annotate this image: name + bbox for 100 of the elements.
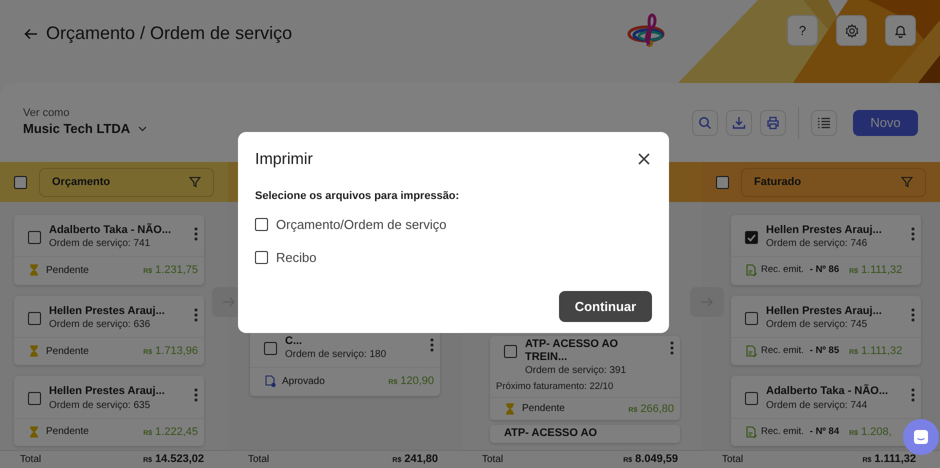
company-dropdown[interactable]: Music Tech LTDA <box>23 120 148 138</box>
more-options-icon[interactable] <box>911 388 915 402</box>
total-label: Total <box>20 453 42 467</box>
chat-icon <box>913 429 929 445</box>
notifications-button[interactable] <box>885 15 916 46</box>
card-amount: 1.111,32 <box>861 264 902 276</box>
status-label: Rec. emit. <box>761 263 804 278</box>
option-label: Recibo <box>276 249 316 268</box>
order-number: Ordem de serviço: 636 <box>49 318 152 331</box>
card-amount: 120,90 <box>400 375 434 388</box>
hourglass-icon <box>28 426 40 438</box>
status-label: Pendente <box>46 344 89 359</box>
card-checkbox[interactable] <box>745 392 758 406</box>
list-view-button[interactable] <box>811 110 837 136</box>
document-check-icon <box>745 345 757 358</box>
order-number: Ordem de serviço: 635 <box>49 398 152 412</box>
document-icon <box>264 375 276 388</box>
status-label: Rec. emit. <box>761 424 804 439</box>
order-number: Ordem de serviço: 746 <box>766 237 868 250</box>
column-filter[interactable]: Faturado <box>741 168 926 196</box>
status-label: Pendente <box>522 402 565 416</box>
search-button[interactable] <box>692 110 718 136</box>
chevron-down-icon <box>138 126 148 132</box>
dialog-prompt: Selecione os arquivos para impressão: <box>255 189 460 204</box>
more-options-icon[interactable] <box>911 308 915 322</box>
card-checkbox[interactable] <box>504 345 517 358</box>
card-checkbox[interactable] <box>28 312 41 325</box>
print-button[interactable] <box>760 110 786 136</box>
more-options-icon[interactable] <box>194 388 198 402</box>
download-button[interactable] <box>726 110 752 136</box>
card-title: Hellen Prestes Arauj... <box>49 385 166 399</box>
order-number: Ordem de serviço: 180 <box>285 348 388 362</box>
card-title: C... <box>285 335 304 348</box>
receipt-number: - Nº 84 <box>810 424 840 439</box>
billing-date: Próximo faturamento: 22/10 <box>495 380 614 394</box>
status-label: Pendente <box>46 425 89 440</box>
total-label: Total <box>722 453 744 467</box>
card-title: Adalberto Taka - NÃO... <box>49 224 172 238</box>
close-button[interactable] <box>638 152 652 167</box>
card-checkbox[interactable] <box>745 231 758 244</box>
card-title: ATP- ACESSO AO <box>504 427 598 440</box>
card-title: Hellen Prestes Arauj... <box>49 304 166 318</box>
more-options-icon[interactable] <box>194 227 198 241</box>
total-amount: 1.111,32 <box>874 453 916 466</box>
column-filter[interactable]: Orçamento <box>39 168 214 196</box>
card-checkbox[interactable] <box>28 231 41 244</box>
download-icon <box>732 116 746 130</box>
filter-icon <box>189 176 201 188</box>
more-options-icon[interactable] <box>911 227 915 241</box>
card-amount: 1.713,96 <box>155 344 198 357</box>
status-label: Rec. emit. <box>761 344 804 358</box>
list-icon <box>817 116 831 128</box>
option-checkbox[interactable] <box>255 251 268 264</box>
status-label: Pendente <box>46 264 89 278</box>
card-amount: 1.208, <box>861 426 892 438</box>
settings-button[interactable] <box>836 15 867 46</box>
status-label: Aprovado <box>282 374 325 389</box>
printer-icon <box>766 116 780 130</box>
bell-icon <box>894 24 907 38</box>
option-label: Orçamento/Ordem de serviço <box>276 216 447 234</box>
more-options-icon[interactable] <box>670 341 674 355</box>
card-amount: 266,80 <box>640 402 674 415</box>
filter-icon <box>901 176 913 188</box>
card-amount: 1.222,45 <box>155 426 198 438</box>
order-card[interactable]: ATP- ACESSO AO <box>490 425 680 444</box>
card-checkbox[interactable] <box>264 342 277 355</box>
close-icon <box>638 152 650 165</box>
total-amount: 8.049,59 <box>635 453 678 466</box>
new-button[interactable]: Novo <box>853 110 918 136</box>
total-label: Total <box>482 453 504 467</box>
receipt-number: - Nº 85 <box>810 344 840 358</box>
card-checkbox[interactable] <box>28 392 41 406</box>
card-title: ATP- ACESSO AO TREIN... <box>525 338 620 364</box>
card-title: Adalberto Taka - NÃO... <box>766 385 890 399</box>
hourglass-icon <box>504 402 516 415</box>
search-icon <box>698 116 712 130</box>
continue-button[interactable]: Continuar <box>559 291 652 322</box>
more-options-icon[interactable] <box>430 338 434 352</box>
gear-icon <box>844 24 858 38</box>
document-check-icon <box>745 264 757 276</box>
help-button[interactable]: ? <box>787 15 818 46</box>
more-options-icon[interactable] <box>194 308 198 322</box>
total-amount: 14.523,02 <box>155 453 204 466</box>
select-all-checkbox[interactable] <box>716 176 729 188</box>
total-label: Total <box>248 453 270 467</box>
hourglass-icon <box>28 345 40 358</box>
order-number: Ordem de serviço: 744 <box>766 398 868 412</box>
order-number: Ordem de serviço: 745 <box>766 318 868 331</box>
total-amount: 241,80 <box>404 453 438 466</box>
card-checkbox[interactable] <box>745 312 758 325</box>
select-all-checkbox[interactable] <box>14 176 27 188</box>
option-checkbox[interactable] <box>255 218 268 231</box>
order-number: Ordem de serviço: 741 <box>49 237 152 250</box>
page-title: Orçamento / Ordem de serviço <box>46 22 292 44</box>
back-arrow-icon[interactable] <box>24 28 38 40</box>
dialog-title: Imprimir <box>255 150 313 170</box>
receipt-number: - Nº 86 <box>810 263 840 278</box>
card-title: Hellen Prestes Arauj... <box>766 224 883 238</box>
card-amount: 1.231,75 <box>155 264 198 276</box>
document-check-icon <box>745 426 757 438</box>
